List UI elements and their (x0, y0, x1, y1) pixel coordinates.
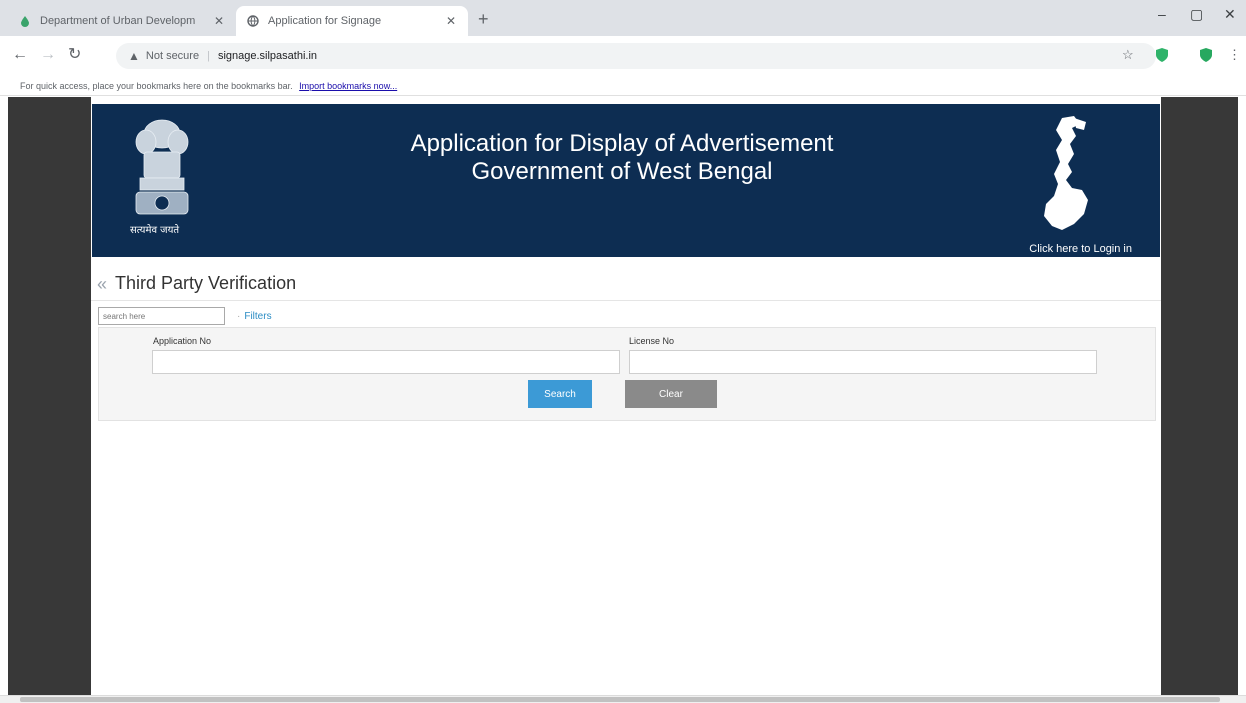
browser-tab-signage[interactable]: Application for Signage ✕ (236, 6, 468, 36)
filter-bullet-icon: · (237, 310, 241, 322)
browser-tabstrip: Department of Urban Developm ✕ Applicati… (0, 0, 1246, 36)
new-tab-button[interactable]: + (478, 10, 489, 28)
warning-icon: ▲ (128, 49, 140, 63)
back-arrow-icon[interactable]: ← (12, 46, 28, 64)
maximize-icon[interactable]: ▢ (1190, 6, 1203, 23)
close-icon[interactable]: ✕ (212, 14, 226, 28)
emblem-caption: सत्यमेव जयते (130, 225, 180, 236)
filter-panel: Application No License No Search Clear (98, 327, 1156, 421)
search-button[interactable]: Search (528, 380, 592, 408)
license-no-label: License No (629, 336, 675, 346)
close-window-icon[interactable]: ✕ (1224, 6, 1236, 23)
vpn-extension-icon[interactable] (1200, 48, 1212, 65)
globe-icon (246, 14, 260, 28)
address-bar[interactable]: ▲ Not secure | signage.silpasathi.in (116, 43, 1156, 69)
security-label: Not secure (145, 50, 200, 62)
shield-extension-icon[interactable] (1156, 48, 1168, 65)
search-row: ·Filters (98, 307, 272, 325)
reload-icon[interactable]: ↻ (68, 46, 81, 64)
clear-button[interactable]: Clear (625, 380, 717, 408)
import-bookmarks-link[interactable]: Import bookmarks now... (299, 81, 397, 91)
west-bengal-map-icon (1044, 116, 1088, 230)
page-header: « Third Party Verification (91, 267, 1161, 301)
filters-label: Filters (244, 310, 272, 322)
scrollbar-thumb[interactable] (20, 697, 1220, 702)
horizontal-scrollbar[interactable] (0, 695, 1246, 703)
omnibox-separator: | (207, 50, 210, 62)
banner-title: Application for Display of Advertisement… (292, 130, 952, 186)
bookmarks-bar: For quick access, place your bookmarks h… (0, 76, 1246, 96)
main-container: सत्यमेव जयते Application for Display of … (91, 97, 1161, 695)
tab-title: Application for Signage (268, 15, 382, 27)
search-input[interactable] (98, 307, 225, 325)
star-icon[interactable]: ☆ (1122, 48, 1134, 62)
close-icon[interactable]: ✕ (444, 14, 458, 28)
site-banner: सत्यमेव जयते Application for Display of … (91, 103, 1161, 258)
droplet-icon (18, 14, 32, 28)
license-no-field[interactable] (629, 350, 1097, 374)
application-no-field[interactable] (152, 350, 620, 374)
login-link[interactable]: Click here to Login in (1029, 243, 1132, 255)
page-title: Third Party Verification (115, 273, 297, 293)
browser-toolbar: ← → ↻ ▲ Not secure | signage.silpasathi.… (0, 36, 1246, 76)
minimize-icon[interactable]: – (1158, 6, 1166, 22)
banner-title-line1: Application for Display of Advertisement (410, 130, 834, 157)
bookmarks-hint: For quick access, place your bookmarks h… (20, 81, 293, 91)
url-text: signage.silpasathi.in (217, 50, 318, 62)
filters-toggle[interactable]: · Filters (237, 311, 272, 322)
browser-tab-urban-development[interactable]: Department of Urban Developm ✕ (8, 6, 236, 36)
tab-title: Department of Urban Developm (40, 15, 196, 27)
forward-arrow-icon[interactable]: → (40, 46, 56, 64)
banner-title-line2: Government of West Bengal (471, 158, 773, 185)
menu-icon[interactable]: ⋮ (1228, 48, 1241, 62)
application-no-label: Application No (153, 336, 212, 346)
double-chevron-left-icon[interactable]: « (97, 275, 107, 293)
page-viewport: सत्यमेव जयते Application for Display of … (8, 97, 1238, 695)
